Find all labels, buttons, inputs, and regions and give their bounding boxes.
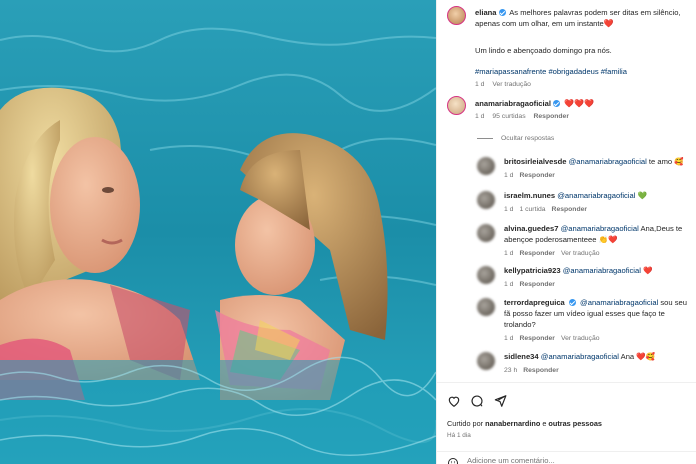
- reply-meta: 1 d Responder Ver tradução: [504, 250, 600, 257]
- reply-emoji: 👏❤️: [598, 235, 618, 244]
- reply-time: 1 d: [504, 281, 514, 288]
- share-icon[interactable]: [493, 394, 507, 408]
- reply-avatar[interactable]: [477, 266, 495, 284]
- reply-meta: 1 d Responder: [504, 281, 555, 288]
- reply-item: kellypatricia923 @anamariabragaoficial ❤…: [437, 264, 696, 294]
- reply-avatar[interactable]: [477, 191, 495, 209]
- commenter-username[interactable]: anamariabragaoficial: [475, 99, 551, 108]
- reply-emoji: 💚: [637, 191, 647, 200]
- verified-badge-icon: [498, 9, 506, 16]
- author-username[interactable]: eliana: [475, 8, 497, 17]
- main-comment: anamariabragaoficial ❤️❤️❤️ 1 d 95 curti…: [437, 96, 696, 130]
- reply-username[interactable]: britosirleialvesde: [504, 157, 566, 166]
- comment-hearts: ❤️❤️❤️: [564, 99, 594, 108]
- reply-avatar[interactable]: [477, 157, 495, 175]
- like-heart-icon[interactable]: [447, 394, 461, 408]
- reply-meta: 1 d Responder: [504, 172, 555, 179]
- reply-text: Ana: [618, 352, 635, 361]
- hide-replies-button[interactable]: Ocultar respostas: [477, 135, 696, 142]
- liked-prefix: Curtido por: [447, 419, 484, 428]
- add-comment-bar: [437, 451, 696, 464]
- emoji-icon[interactable]: [447, 457, 459, 464]
- heart-emoji: ❤️: [603, 19, 614, 28]
- reply-time: 1 d: [504, 250, 514, 257]
- liked-user[interactable]: nanabernardino: [485, 419, 540, 428]
- caption-line2: Um lindo e abençoado domingo pra nós.: [475, 46, 612, 55]
- reply-button[interactable]: Responder: [519, 250, 555, 257]
- liked-by: Curtido por nanabernardino e outras pess…: [447, 418, 602, 429]
- liked-others[interactable]: outras pessoas: [548, 419, 602, 428]
- reply-text: te amo: [646, 157, 673, 166]
- see-translation[interactable]: Ver tradução: [561, 250, 600, 257]
- caption-text: As melhores palavras podem ser ditas em …: [475, 8, 681, 28]
- add-comment-input[interactable]: [467, 456, 667, 464]
- reply-button[interactable]: Responder: [523, 367, 559, 374]
- reply-mention[interactable]: @anamariabragaoficial: [541, 352, 619, 361]
- reply-mention[interactable]: @anamariabragaoficial: [580, 298, 658, 307]
- reply-item: terrordapreguica @anamariabragaoficial s…: [437, 296, 696, 342]
- reply-avatar[interactable]: [477, 224, 495, 242]
- reply-username[interactable]: alvina.guedes7: [504, 224, 558, 233]
- post-caption: eliana As melhores palavras podem ser di…: [437, 6, 696, 88]
- reply-item: sidlene34 @anamariabragaoficial Ana ❤️🥰 2…: [437, 350, 696, 380]
- comment-time: 1 d: [475, 113, 485, 120]
- hide-replies-label: Ocultar respostas: [501, 135, 555, 142]
- reply-username[interactable]: terrordapreguica: [504, 298, 565, 307]
- reply-button[interactable]: Responder: [533, 113, 569, 120]
- reply-username[interactable]: sidlene34: [504, 352, 539, 361]
- reply-time: 1 d: [504, 172, 514, 179]
- see-translation[interactable]: Ver tradução: [492, 81, 531, 88]
- reply-mention[interactable]: @anamariabragaoficial: [557, 191, 635, 200]
- reply-item: israelm.nunes @anamariabragaoficial 💚 1 d…: [437, 189, 696, 219]
- author-avatar[interactable]: [447, 6, 466, 25]
- reply-username[interactable]: israelm.nunes: [504, 191, 555, 200]
- reply-emoji: ❤️🥰: [636, 352, 656, 361]
- reply-username[interactable]: kellypatricia923: [504, 266, 561, 275]
- reply-mention[interactable]: @anamariabragaoficial: [569, 157, 647, 166]
- verified-badge-icon: [568, 299, 576, 306]
- comment-icon[interactable]: [470, 394, 484, 408]
- reply-meta: 23 h Responder: [504, 367, 559, 374]
- reply-emoji: 🥰: [674, 157, 684, 166]
- reply-button[interactable]: Responder: [519, 172, 555, 179]
- see-translation[interactable]: Ver tradução: [561, 335, 600, 342]
- reply-likes[interactable]: 1 curtida: [519, 206, 545, 213]
- comment-likes[interactable]: 95 curtidas: [492, 113, 525, 120]
- reply-time: 23 h: [504, 367, 518, 374]
- commenter-avatar[interactable]: [447, 96, 466, 115]
- post-time: 1 d: [475, 81, 485, 88]
- reply-item: alvina.guedes7 @anamariabragaoficial Ana…: [437, 222, 696, 257]
- reply-item: britosirleialvesde @anamariabragaoficial…: [437, 155, 696, 185]
- hashtags[interactable]: #mariapassanafrente #obrigadadeus #famil…: [475, 66, 689, 77]
- reply-button[interactable]: Responder: [519, 335, 555, 342]
- comments-panel: eliana As melhores palavras podem ser di…: [436, 0, 696, 464]
- liked-and: e: [542, 419, 547, 428]
- reply-mention[interactable]: @anamariabragaoficial: [561, 224, 639, 233]
- pool-image: [0, 0, 436, 464]
- reply-time: 1 d: [504, 206, 514, 213]
- reply-avatar[interactable]: [477, 298, 495, 316]
- post-photo: [0, 0, 436, 464]
- reply-meta: 1 d 1 curtida Responder: [504, 206, 587, 213]
- reply-button[interactable]: Responder: [552, 206, 588, 213]
- reply-time: 1 d: [504, 335, 514, 342]
- divider-line: [477, 137, 493, 139]
- action-bar: Curtido por nanabernardino e outras pess…: [437, 382, 696, 464]
- reply-button[interactable]: Responder: [519, 281, 555, 288]
- reply-mention[interactable]: @anamariabragaoficial: [563, 266, 641, 275]
- reply-avatar[interactable]: [477, 352, 495, 370]
- post-date: Há 1 dia: [447, 432, 471, 439]
- reply-emoji: ❤️: [643, 266, 653, 275]
- reply-meta: 1 d Responder Ver tradução: [504, 335, 600, 342]
- verified-badge-icon: [552, 100, 560, 107]
